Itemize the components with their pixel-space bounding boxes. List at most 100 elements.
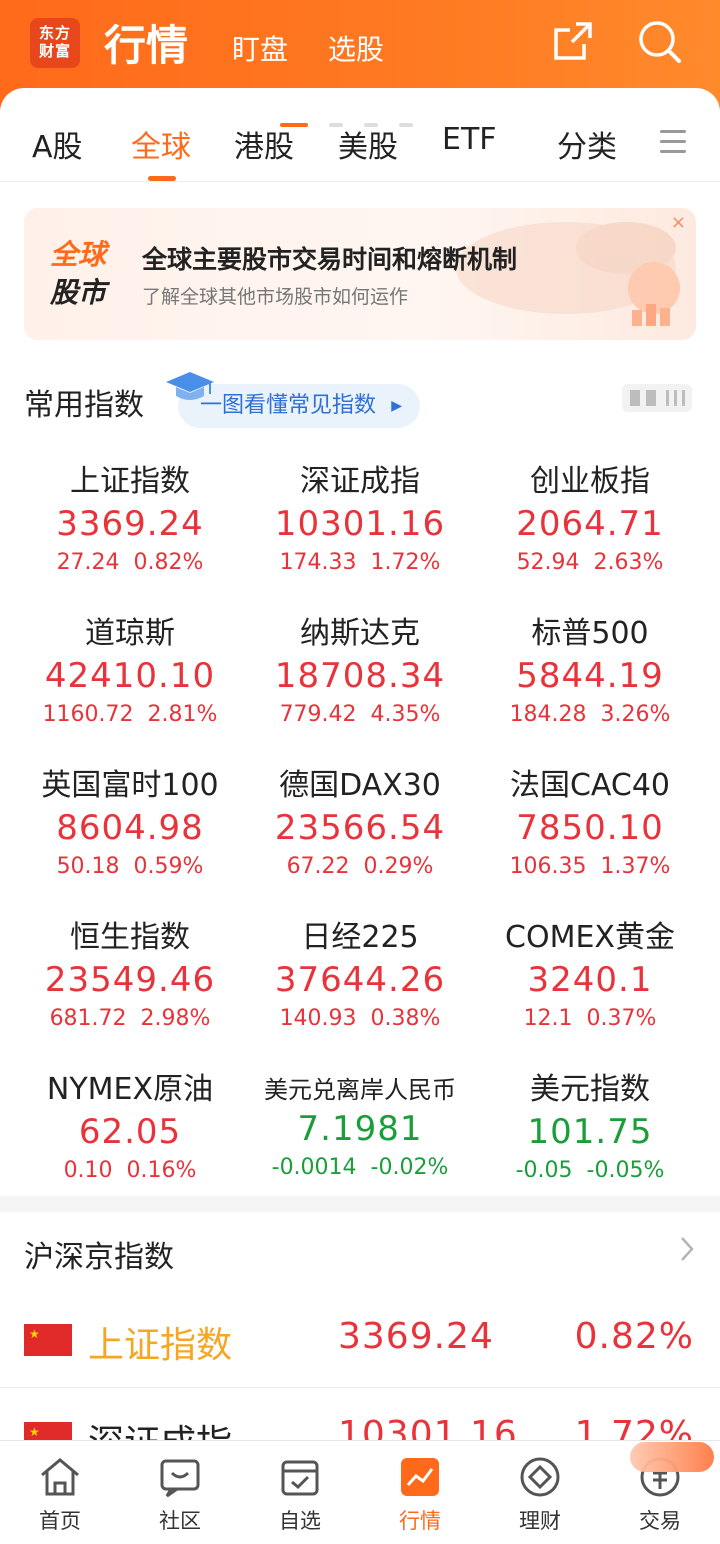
index-change: 52.94 [516,550,580,575]
index-change-pct: 4.35% [370,702,441,727]
tab-global[interactable]: 全球 [131,122,191,166]
index-change-row: 52.94 2.63% [475,550,705,575]
index-name: 恒生指数 [70,920,190,955]
table-row[interactable]: ★ 上证指数 3369.24 0.82% [0,1290,720,1388]
layout-toggle-icon[interactable] [620,380,696,416]
index-card[interactable]: 英国富时100 8604.98 50.18 0.59% [15,760,245,879]
wealth-icon [520,1457,560,1497]
nav-watchlist[interactable]: 自选 [240,1441,360,1544]
index-name: 上证指数 [70,464,190,499]
search-icon[interactable] [636,18,682,64]
index-price: 37644.26 [274,960,446,1000]
tab-market[interactable]: 行情 [104,12,188,73]
index-price: 23566.54 [274,808,446,848]
app-root: 东方 财富 行情 盯盘 选股 A股 全球 港股 美股 ETF 分类 全球 股市 … [0,0,720,1544]
index-change: 0.10 [63,1158,113,1183]
nav-market-label: 行情 [399,1509,441,1533]
index-name: 创业板指 [530,464,650,499]
nav-wealth-label: 理财 [519,1509,561,1533]
index-card[interactable]: 美元兑离岸人民币 7.1981 -0.0014 -0.02% [245,1064,475,1180]
chevron-right-icon[interactable] [678,1232,696,1266]
index-price: 7.1981 [297,1109,423,1149]
index-change: 779.42 [279,702,357,727]
index-card[interactable]: 上证指数 3369.24 27.24 0.82% [15,456,245,575]
index-card[interactable]: 法国CAC40 7850.10 106.35 1.37% [475,760,705,879]
index-card[interactable]: 德国DAX30 23566.54 67.22 0.29% [245,760,475,879]
index-name: 法国CAC40 [509,768,671,803]
index-card[interactable]: 美元指数 101.75 -0.05 -0.05% [475,1064,705,1183]
nav-home-label: 首页 [39,1509,81,1533]
index-price: 5844.19 [516,656,664,696]
index-card[interactable]: COMEX黄金 3240.1 12.1 0.37% [475,912,705,1031]
tab-a-shares[interactable]: A股 [32,122,83,166]
index-name: COMEX黄金 [505,920,675,955]
index-price: 3369.24 [56,504,204,544]
banner-title: 全球主要股市交易时间和熔断机制 [142,245,518,274]
index-card[interactable]: 深证成指 10301.16 174.33 1.72% [245,456,475,575]
nav-watchlist-label: 自选 [279,1509,321,1533]
index-change-row: 779.42 4.35% [245,702,475,727]
index-card[interactable]: 道琼斯 42410.10 1160.72 2.81% [15,608,245,727]
index-card[interactable]: NYMEX原油 62.05 0.10 0.16% [15,1064,245,1183]
promo-banner[interactable]: 全球 股市 全球主要股市交易时间和熔断机制 了解全球其他市场股市如何运作 × [24,208,696,340]
banner-logo: 全球 股市 [50,236,106,312]
section-divider [0,1196,720,1212]
index-name: 英国富时100 [41,768,219,803]
play-arrow-icon: ▶ [391,398,403,414]
floating-promo-badge[interactable] [630,1442,714,1472]
index-change-pct: -0.02% [370,1155,449,1180]
nav-community-label: 社区 [159,1509,201,1533]
index-card[interactable]: 创业板指 2064.71 52.94 2.63% [475,456,705,575]
nav-community[interactable]: 社区 [120,1441,240,1544]
index-change-pct: 3.26% [600,702,671,727]
tab-etf[interactable]: ETF [442,122,497,157]
row-name: 上证指数 [88,1325,233,1366]
app-logo[interactable]: 东方 财富 [30,18,80,68]
index-change: -0.0014 [271,1155,357,1180]
index-change-row: 184.28 3.26% [475,702,705,727]
section-title-hs-indices[interactable]: 沪深京指数 [24,1232,174,1276]
index-card[interactable]: 日经225 37644.26 140.93 0.38% [245,912,475,1031]
index-price: 10301.16 [274,504,446,544]
nav-market[interactable]: 行情 [360,1441,480,1544]
index-name: 美元指数 [530,1072,650,1107]
bottom-nav: 首页 社区 自选 行情 理财 交易 [0,1440,720,1544]
active-tab-indicator [148,176,176,181]
index-change-pct: 0.37% [586,1006,657,1031]
index-change: 12.1 [523,1006,573,1031]
index-change-pct: 0.82% [133,550,204,575]
menu-icon[interactable] [660,130,686,160]
index-change: 140.93 [279,1006,357,1031]
tab-category[interactable]: 分类 [557,122,617,166]
index-card[interactable]: 纳斯达克 18708.34 779.42 4.35% [245,608,475,727]
pagination-dot [329,123,343,127]
index-guide-label: 一图看懂常见指数 [200,393,377,418]
tab-stock-picker[interactable]: 选股 [328,28,384,68]
index-price: 62.05 [78,1112,182,1152]
index-card[interactable]: 标普500 5844.19 184.28 3.26% [475,608,705,727]
community-icon [160,1459,200,1498]
index-change: 1160.72 [42,702,134,727]
tab-watch[interactable]: 盯盘 [232,28,288,68]
index-price: 2064.71 [516,504,664,544]
banner-logo-top: 全球 [50,238,107,271]
index-change-row: 140.93 0.38% [245,1006,475,1031]
index-price: 3240.1 [527,960,653,1000]
index-change-row: -0.05 -0.05% [475,1158,705,1183]
close-icon[interactable]: × [671,212,686,233]
index-change-row: 681.72 2.98% [15,1006,245,1031]
share-icon[interactable] [550,18,596,64]
index-change: 184.28 [509,702,587,727]
index-change-pct: 2.81% [147,702,218,727]
pagination-dot [399,123,413,127]
banner-description: 了解全球其他市场股市如何运作 [142,286,409,308]
index-change-pct: -0.05% [586,1158,665,1183]
index-change-row: 106.35 1.37% [475,854,705,879]
nav-home[interactable]: 首页 [0,1441,120,1544]
index-change-row: 174.33 1.72% [245,550,475,575]
index-change: 27.24 [56,550,120,575]
index-change-row: -0.0014 -0.02% [245,1155,475,1180]
index-card[interactable]: 恒生指数 23549.46 681.72 2.98% [15,912,245,1031]
nav-wealth[interactable]: 理财 [480,1441,600,1544]
index-change: 174.33 [279,550,357,575]
